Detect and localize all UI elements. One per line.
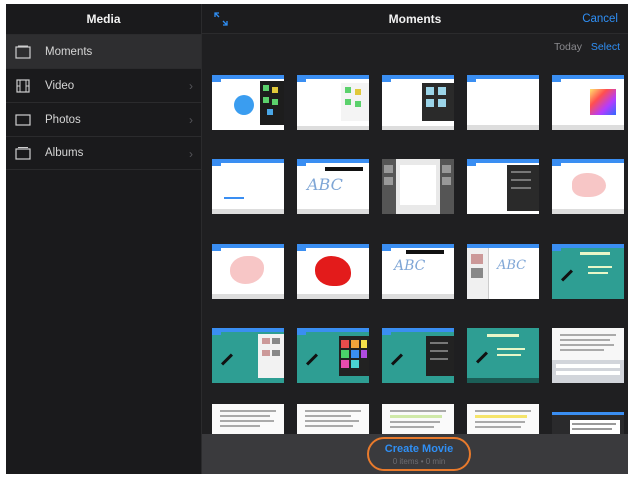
media-thumbnail[interactable] (212, 328, 284, 383)
film-icon (15, 78, 31, 93)
page-title: Moments (388, 12, 442, 26)
selection-summary: 0 items • 0 min (392, 457, 446, 466)
create-movie-button[interactable]: Create Movie 0 items • 0 min (367, 437, 471, 471)
moments-header: Moments Cancel (202, 4, 628, 34)
sidebar-item-albums[interactable]: Albums › (6, 136, 201, 170)
media-thumbnail[interactable] (297, 75, 369, 130)
media-thumbnail[interactable] (552, 244, 624, 299)
media-thumbnail[interactable] (382, 328, 454, 383)
media-thumbnail[interactable] (212, 75, 284, 130)
chevron-right-icon: › (189, 113, 193, 127)
date-header: Today Select (202, 34, 628, 62)
cancel-button[interactable]: Cancel (582, 4, 618, 34)
moments-panel: Moments Cancel Today Select ABC ABC ABC … (202, 4, 628, 474)
sidebar-item-label: Albums (45, 147, 84, 159)
media-thumbnail[interactable]: ABC (467, 244, 539, 299)
media-thumbnail[interactable] (467, 328, 539, 383)
media-thumbnail[interactable]: ABC (382, 244, 454, 299)
media-thumbnail[interactable] (212, 244, 284, 299)
sidebar-item-label: Photos (45, 113, 81, 126)
imovie-media-browser: Media Moments Video › Photos › Albums › … (6, 4, 628, 474)
media-thumbnail[interactable] (382, 159, 454, 214)
date-label: Today (553, 41, 582, 53)
media-thumbnail[interactable] (467, 159, 539, 214)
media-thumbnail[interactable]: ABC (297, 159, 369, 214)
media-thumbnail[interactable] (382, 75, 454, 130)
create-movie-label: Create Movie (384, 443, 454, 455)
media-thumbnail[interactable] (212, 159, 284, 214)
media-thumbnail[interactable] (552, 159, 624, 214)
select-button[interactable]: Select (591, 41, 620, 53)
media-sidebar: Media Moments Video › Photos › Albums › (6, 4, 202, 474)
media-thumbnail[interactable] (552, 328, 624, 383)
sidebar-item-photos[interactable]: Photos › (6, 102, 201, 136)
sidebar-item-label: Moments (45, 45, 93, 58)
media-thumbnail[interactable] (552, 75, 624, 130)
photo-icon (15, 113, 31, 127)
chevron-right-icon: › (189, 79, 193, 93)
albums-icon (15, 146, 31, 160)
media-thumbnail[interactable] (467, 75, 539, 130)
sidebar-title: Media (86, 12, 121, 26)
moments-icon (15, 45, 31, 59)
media-thumbnail[interactable] (297, 244, 369, 299)
sidebar-item-label: Video (45, 79, 75, 92)
sidebar-item-moments[interactable]: Moments (6, 34, 201, 68)
media-thumbnail[interactable] (297, 328, 369, 383)
sidebar-item-video[interactable]: Video › (6, 68, 201, 102)
create-movie-bar: Create Movie 0 items • 0 min (202, 434, 628, 474)
chevron-right-icon: › (189, 147, 193, 161)
